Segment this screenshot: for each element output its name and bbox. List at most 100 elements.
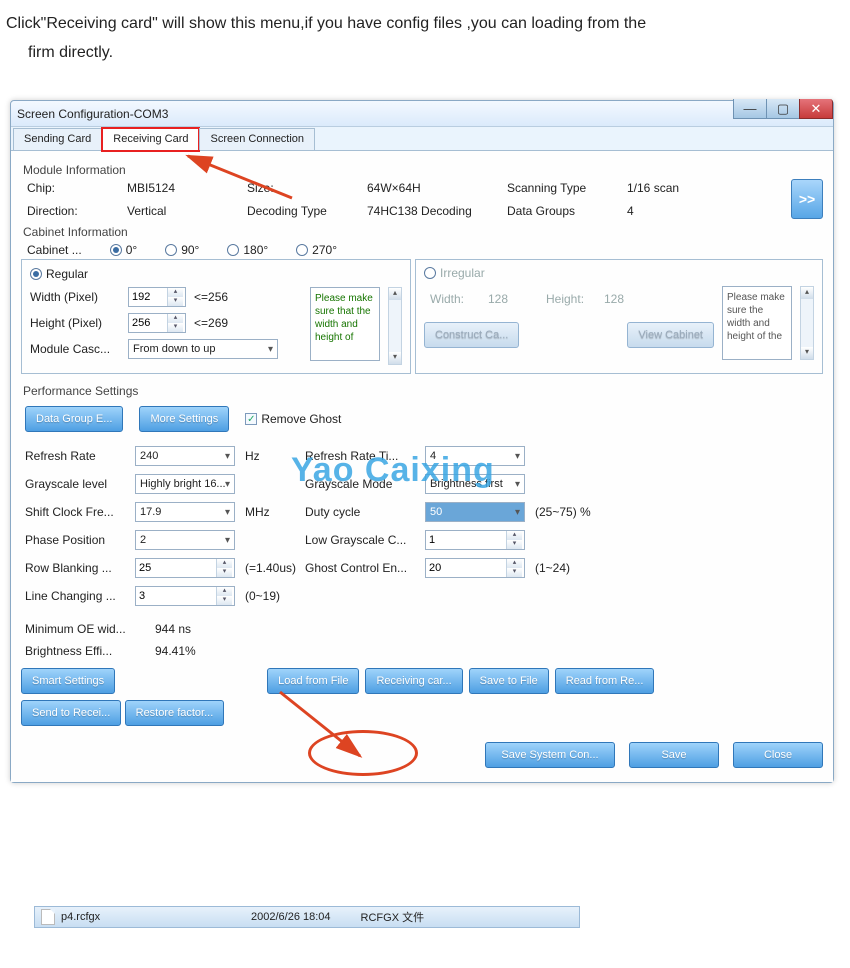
grayscale-level-combo[interactable]: Highly bright 16...: [135, 474, 235, 494]
low-grayscale-input[interactable]: ▴▾: [425, 530, 525, 550]
phase-position-combo[interactable]: 2: [135, 530, 235, 550]
line-changing-input[interactable]: ▴▾: [135, 586, 235, 606]
irr-width-value: 128: [488, 292, 536, 306]
mhz-unit: MHz: [245, 505, 305, 519]
more-settings-button[interactable]: More Settings: [139, 406, 229, 432]
line-changing-label: Line Changing ...: [25, 589, 135, 603]
module-info-heading: Module Information: [23, 163, 823, 177]
smart-settings-button[interactable]: Smart Settings: [21, 668, 115, 694]
datagroups-label: Data Groups: [507, 204, 627, 218]
rot-0-radio[interactable]: 0°: [110, 243, 137, 257]
height-input[interactable]: ▴▾: [128, 313, 186, 333]
ghost-control-label: Ghost Control En...: [305, 561, 425, 575]
file-type: RCFGX 文件: [361, 909, 425, 925]
file-name: p4.rcfgx: [61, 911, 100, 923]
file-row[interactable]: p4.rcfgx 2002/6/26 18:04 RCFGX 文件: [34, 906, 580, 928]
chip-value: MBI5124: [127, 181, 247, 195]
save-to-file-button[interactable]: Save to File: [469, 668, 549, 694]
data-group-extend-button[interactable]: Data Group E...: [25, 406, 123, 432]
shift-clock-combo[interactable]: 17.9: [135, 502, 235, 522]
save-system-config-button[interactable]: Save System Con...: [485, 742, 615, 768]
minimize-button[interactable]: —: [733, 99, 767, 119]
perf-heading: Performance Settings: [23, 384, 823, 398]
send-to-receiver-button[interactable]: Send to Recei...: [21, 700, 121, 726]
shift-clock-label: Shift Clock Fre...: [25, 505, 135, 519]
refresh-rate-label: Refresh Rate: [25, 449, 135, 463]
cascade-combo[interactable]: From down to up: [128, 339, 278, 359]
size-value: 64W×64H: [367, 181, 507, 195]
row-blanking-hint: (=1.40us): [245, 561, 305, 575]
save-button[interactable]: Save: [629, 742, 719, 768]
datagroups-value: 4: [627, 204, 707, 218]
irr-height-value: 128: [604, 292, 652, 306]
cabinet-info-heading: Cabinet Information: [23, 225, 823, 239]
row-blanking-label: Row Blanking ...: [25, 561, 135, 575]
read-from-receiver-button[interactable]: Read from Re...: [555, 668, 655, 694]
scanning-label: Scanning Type: [507, 181, 627, 195]
hz-unit: Hz: [245, 449, 305, 463]
irr-height-label: Height:: [546, 292, 594, 306]
decoding-label: Decoding Type: [247, 204, 367, 218]
maximize-button[interactable]: ▢: [766, 99, 800, 119]
grayscale-level-label: Grayscale level: [25, 477, 135, 491]
construct-cabinet-button[interactable]: Construct Ca...: [424, 322, 519, 348]
width-label: Width (Pixel): [30, 290, 120, 304]
irregular-radio[interactable]: Irregular: [424, 266, 485, 280]
cabinet-rot-label: Cabinet ...: [27, 243, 82, 257]
close-window-button[interactable]: ✕: [799, 99, 833, 119]
tab-receiving-card[interactable]: Receiving Card: [102, 128, 199, 151]
min-oe-value: 944 ns: [155, 622, 235, 636]
config-window: Screen Configuration-COM3 — ▢ ✕ Sending …: [10, 100, 834, 783]
refresh-rate-combo[interactable]: 240: [135, 446, 235, 466]
rot-180-radio[interactable]: 180°: [227, 243, 268, 257]
width-input[interactable]: ▴▾: [128, 287, 186, 307]
expand-button[interactable]: >>: [791, 179, 823, 219]
note-scrollbar[interactable]: ▴▾: [388, 287, 402, 365]
width-hint: <=256: [194, 290, 228, 304]
close-button[interactable]: Close: [733, 742, 823, 768]
irr-note-scrollbar[interactable]: ▴▾: [800, 286, 814, 360]
grayscale-mode-label: Grayscale Mode: [305, 477, 425, 491]
regular-note: Please make sure that the width and heig…: [310, 287, 380, 361]
duty-hint: (25~75) %: [535, 505, 605, 519]
ghost-control-hint: (1~24): [535, 561, 605, 575]
grayscale-mode-combo[interactable]: Brightness first: [425, 474, 525, 494]
refresh-rate-times-label: Refresh Rate Ti...: [305, 449, 425, 463]
chip-label: Chip:: [27, 181, 127, 195]
duty-cycle-label: Duty cycle: [305, 505, 425, 519]
remove-ghost-checkbox[interactable]: ✓Remove Ghost: [245, 412, 341, 426]
instruction-text-2: firm directly.: [28, 39, 844, 68]
instruction-text-1: Click"Receiving card" will show this men…: [6, 10, 844, 39]
cascade-label: Module Casc...: [30, 342, 120, 356]
row-blanking-input[interactable]: ▴▾: [135, 558, 235, 578]
window-title: Screen Configuration-COM3: [17, 107, 168, 121]
view-cabinet-button[interactable]: View Cabinet: [627, 322, 714, 348]
brightness-eff-label: Brightness Effi...: [25, 644, 155, 658]
title-bar[interactable]: Screen Configuration-COM3 — ▢ ✕: [11, 101, 833, 127]
regular-radio[interactable]: Regular: [30, 267, 88, 281]
scanning-value: 1/16 scan: [627, 181, 707, 195]
load-from-file-button[interactable]: Load from File: [267, 668, 359, 694]
duty-cycle-combo[interactable]: 50: [425, 502, 525, 522]
low-grayscale-label: Low Grayscale C...: [305, 533, 425, 547]
tab-screen-connection[interactable]: Screen Connection: [199, 128, 315, 150]
refresh-rate-times-combo[interactable]: 4: [425, 446, 525, 466]
rot-90-radio[interactable]: 90°: [165, 243, 199, 257]
irr-width-label: Width:: [430, 292, 478, 306]
decoding-value: 74HC138 Decoding: [367, 204, 507, 218]
receiving-card-button[interactable]: Receiving car...: [365, 668, 462, 694]
rot-270-radio[interactable]: 270°: [296, 243, 337, 257]
line-changing-hint: (0~19): [245, 589, 305, 603]
irregular-note: Please make sure the width and height of…: [722, 286, 792, 360]
direction-value: Vertical: [127, 204, 247, 218]
restore-factory-button[interactable]: Restore factor...: [125, 700, 225, 726]
height-hint: <=269: [194, 316, 228, 330]
min-oe-label: Minimum OE wid...: [25, 622, 155, 636]
file-date: 2002/6/26 18:04: [251, 911, 331, 923]
height-label: Height (Pixel): [30, 316, 120, 330]
direction-label: Direction:: [27, 204, 127, 218]
size-label: Size:: [247, 181, 367, 195]
brightness-eff-value: 94.41%: [155, 644, 235, 658]
ghost-control-input[interactable]: ▴▾: [425, 558, 525, 578]
tab-sending-card[interactable]: Sending Card: [13, 128, 102, 150]
